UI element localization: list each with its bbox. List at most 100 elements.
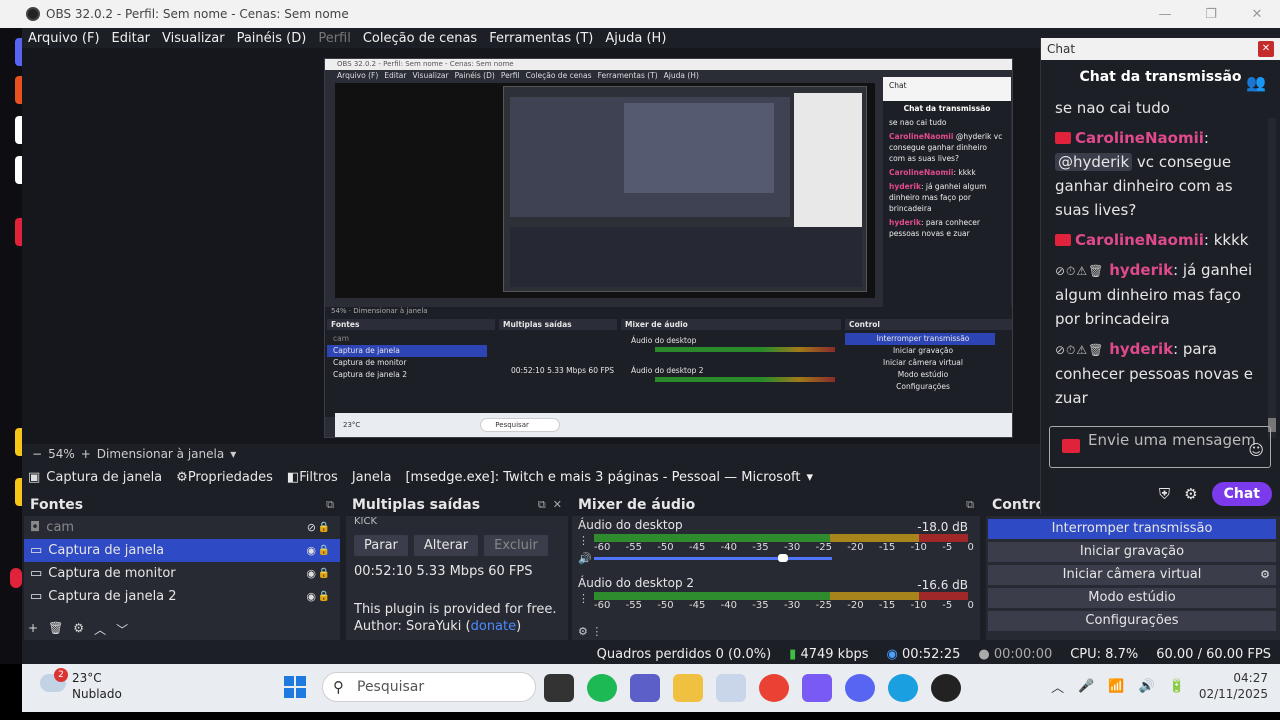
obs-app-icon[interactable] <box>931 674 961 702</box>
advanced-audio-icon[interactable]: ⚙ <box>578 625 588 638</box>
source-settings-button[interactable]: ⚙ <box>73 621 84 638</box>
battery-icon[interactable]: 🔋 <box>1169 679 1185 694</box>
clock[interactable]: 04:27 02/11/2025 <box>1199 670 1280 702</box>
source-item-captura-janela-2[interactable]: ▭ Captura de janela 2 ◉ 🔒 <box>24 585 340 608</box>
menu-colecao-cenas[interactable]: Coleção de cenas <box>357 31 483 46</box>
spotify-app-icon[interactable] <box>587 674 617 702</box>
maximize-button[interactable]: ❐ <box>1188 0 1234 28</box>
chevron-down-icon: ▾ <box>806 469 813 485</box>
start-recording-button[interactable]: Iniciar gravação <box>988 542 1276 562</box>
mixer-menu-icon[interactable]: ⋮ <box>591 625 602 638</box>
volume-slider[interactable] <box>594 557 832 560</box>
lock-icon[interactable]: 🔒 <box>318 562 330 585</box>
menu-visualizar[interactable]: Visualizar <box>156 31 231 46</box>
source-item-captura-monitor[interactable]: ▭ Captura de monitor ◉ 🔒 <box>24 562 340 585</box>
menu-editar[interactable]: Editar <box>106 31 157 46</box>
zoom-in-button[interactable]: + <box>81 447 91 461</box>
lock-icon[interactable]: 🔒 <box>318 539 330 562</box>
eye-icon[interactable]: ◉ <box>306 585 316 608</box>
discord-app-icon[interactable] <box>845 674 875 702</box>
emoji-icon[interactable]: ☺ <box>1248 439 1264 461</box>
menu-paineis[interactable]: Painéis (D) <box>231 31 313 46</box>
speaker-icon[interactable]: 🔊 <box>578 552 592 565</box>
camera-icon: ◘ <box>30 520 41 535</box>
explorer-app-icon[interactable] <box>673 674 703 702</box>
microphone-icon[interactable]: 🎤 <box>1078 679 1094 694</box>
source-item-captura-janela[interactable]: ▭ Captura de janela ◉ 🔒 <box>24 539 340 562</box>
plugin-notice: This plugin is provided for free. <box>354 602 557 617</box>
teams-app-icon[interactable] <box>630 674 660 702</box>
status-bar: Quadros perdidos 0 (0.0%) ▮ 4749 kbps ◉ … <box>22 644 1280 664</box>
snipping-app-icon[interactable] <box>716 674 746 702</box>
undock-icon[interactable]: ⧉ <box>326 494 334 516</box>
eye-icon[interactable]: ◉ <box>306 562 316 585</box>
remove-source-button[interactable]: 🗑 <box>48 621 63 638</box>
copilot-app-icon[interactable] <box>802 674 832 702</box>
window-icon: ▭ <box>30 589 43 604</box>
menu-arquivo[interactable]: Arquivo (F) <box>22 31 106 46</box>
move-down-button[interactable]: ﹀ <box>116 621 128 638</box>
menu-ferramentas[interactable]: Ferramentas (T) <box>483 31 599 46</box>
stop-output-button[interactable]: Parar <box>354 535 408 556</box>
chat-popup: Chat ✕ Chat da transmissão 👥 se nao cai tu… <box>1040 38 1280 514</box>
sources-title: Fontes <box>30 497 84 513</box>
users-icon[interactable]: 👥 <box>1246 66 1266 100</box>
filter-icon: ◧ <box>286 469 300 485</box>
chevron-down-icon[interactable]: ▾ <box>230 447 236 461</box>
moderation-icons: ⊘⏱⚠🗑 <box>1055 264 1105 278</box>
chat-input[interactable]: Envie uma mensagem ☺ <box>1049 426 1271 468</box>
channel-menu-icon[interactable]: ⋮ <box>578 592 589 605</box>
close-button[interactable]: ✕ <box>1234 0 1280 28</box>
stream-time: ◉ 00:52:25 <box>886 646 961 662</box>
donate-link[interactable]: donate <box>471 619 517 634</box>
channel-menu-icon[interactable]: ⋮ <box>578 534 589 547</box>
nested-chat: Chat Chat da transmissão se nao cai tudo… <box>883 77 1011 333</box>
gear-icon[interactable]: ⚙ <box>1260 565 1270 585</box>
volume-slider-handle[interactable] <box>778 554 788 562</box>
output-stats: 00:52:10 5.33 Mbps 60 FPS <box>354 564 533 579</box>
outputs-title: Multiplas saídas <box>352 497 481 513</box>
channel-db: -16.6 dB <box>917 578 968 592</box>
menu-perfil[interactable]: Perfil <box>312 31 357 46</box>
terminal-app-icon[interactable] <box>544 674 574 702</box>
minimize-button[interactable]: — <box>1142 0 1188 28</box>
taskbar-search[interactable]: ⚲ Pesquisar <box>322 672 536 702</box>
volume-icon[interactable]: 🔊 <box>1138 679 1154 694</box>
add-source-button[interactable]: + <box>28 621 38 638</box>
menu-ajuda[interactable]: Ajuda (H) <box>599 31 672 46</box>
volume-meter <box>594 592 968 600</box>
start-button[interactable] <box>284 676 306 698</box>
source-item-cam[interactable]: ◘ cam ⊘ 🔒 <box>24 516 340 539</box>
zoom-mode-dropdown[interactable]: Dimensionar à janela <box>97 447 224 461</box>
weather-widget[interactable]: 2 23°C Nublado <box>40 668 122 702</box>
undock-icon[interactable]: ⧉ ✕ <box>538 494 562 516</box>
window-icon: ▭ <box>30 543 43 558</box>
undock-icon[interactable]: ⧉ <box>966 494 974 516</box>
chevron-up-icon[interactable]: ︿ <box>1051 677 1064 696</box>
moderation-icons: ⊘⏱⚠🗑 <box>1055 343 1105 357</box>
chat-scrollbar[interactable] <box>1268 118 1276 438</box>
stop-stream-button[interactable]: Interromper transmissão <box>988 519 1276 539</box>
start-virtual-camera-button[interactable]: Iniciar câmera virtual <box>1063 567 1202 582</box>
filters-button[interactable]: ◧Filtros <box>287 470 338 485</box>
preview-canvas[interactable]: OBS 32.0.2 - Perfil: Sem nome - Cenas: S… <box>22 48 1040 444</box>
send-chat-button[interactable]: Chat <box>1211 482 1272 506</box>
lock-icon[interactable]: 🔒 <box>318 585 330 608</box>
close-icon[interactable]: ✕ <box>1258 41 1274 57</box>
studio-mode-button[interactable]: Modo estúdio <box>988 588 1276 608</box>
change-output-button[interactable]: Alterar <box>413 535 479 556</box>
properties-button[interactable]: ⚙Propriedades <box>176 470 273 485</box>
chrome-app-icon[interactable] <box>759 674 789 702</box>
settings-button[interactable]: Configurações <box>988 611 1276 631</box>
window-select[interactable]: [msedge.exe]: Twitch e mais 3 páginas - … <box>405 470 813 485</box>
gear-icon[interactable]: ⚙ <box>1184 485 1197 503</box>
move-up-button[interactable]: ︿ <box>94 621 106 638</box>
zoom-out-button[interactable]: − <box>32 447 42 461</box>
wifi-icon[interactable]: 📶 <box>1108 679 1124 694</box>
eye-icon[interactable]: ◉ <box>306 539 316 562</box>
eye-hidden-icon[interactable]: ⊘ <box>307 516 316 539</box>
edge-app-icon[interactable] <box>888 674 918 702</box>
shield-icon[interactable]: ⛨ <box>1159 485 1170 503</box>
lock-icon[interactable]: 🔒 <box>318 516 330 539</box>
delete-output-button[interactable]: Excluir <box>484 535 548 556</box>
